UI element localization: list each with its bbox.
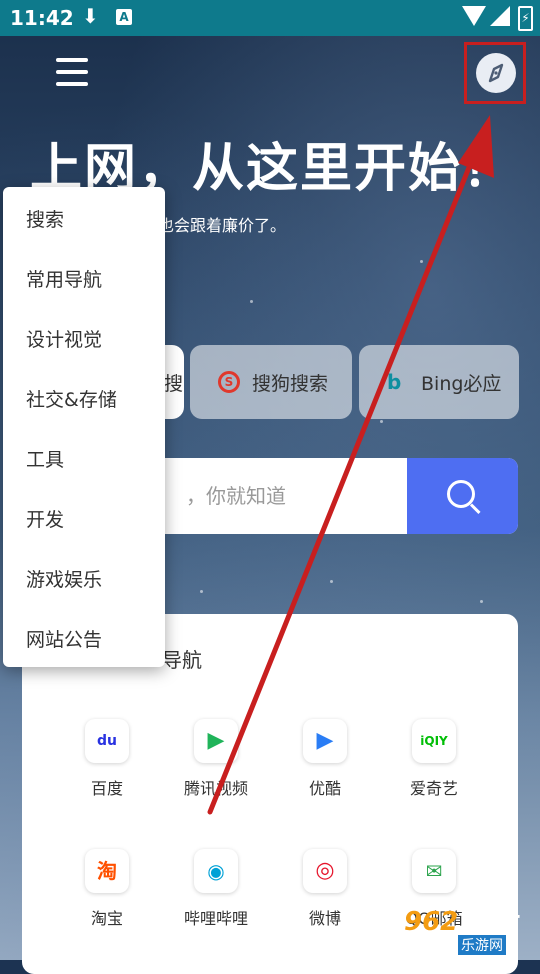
download-icon: ⬇ [82,4,99,28]
notification-icon: A [116,9,132,25]
menu-item-social-storage[interactable]: 社交&存储 [3,367,165,427]
watermark-logo: 962 .NET 乐游网 [404,907,520,955]
site-taobao[interactable]: 淘 淘宝 [57,849,157,959]
menu-item-design[interactable]: 设计视觉 [3,307,165,367]
annotation-highlight-box [464,42,526,104]
weibo-icon: ◎ [303,849,347,893]
wifi-icon [462,6,486,26]
bilibili-icon: ◉ [194,849,238,893]
status-bar: 11:42 ⬇ A ⚡ [0,0,540,36]
site-name: 百度 [90,779,123,798]
baidu-icon: du [85,719,129,763]
signal-icon [490,6,510,26]
youku-icon: ▶ [303,719,347,763]
site-bilibili[interactable]: ◉ 哔哩哔哩 [166,849,266,959]
site-name: 微博 [308,909,341,928]
site-baidu[interactable]: du 百度 [57,719,157,829]
menu-button[interactable] [54,56,90,88]
menu-item-games[interactable]: 游戏娱乐 [3,547,165,607]
site-youku[interactable]: ▶ 优酷 [275,719,375,829]
site-weibo[interactable]: ◎ 微博 [275,849,375,959]
tencent-video-icon: ▶ [194,719,238,763]
qq-mail-icon: ✉ [412,849,456,893]
menu-item-search[interactable]: 搜索 [3,187,165,247]
menu-item-dev[interactable]: 开发 [3,487,165,547]
menu-item-tools[interactable]: 工具 [3,427,165,487]
engine-chip-label: Bing必应 [421,373,502,395]
iqiyi-icon: iQIY [412,719,456,763]
menu-item-announcements[interactable]: 网站公告 [3,607,165,667]
site-name: 淘宝 [90,909,123,928]
search-button[interactable] [407,458,518,534]
category-menu: 搜索 常用导航 设计视觉 社交&存储 工具 开发 游戏娱乐 网站公告 [3,187,165,667]
nav-panel-title: 导航 [162,648,202,672]
site-name: 腾讯视频 [183,779,248,798]
status-time: 11:42 [10,6,74,30]
taobao-icon: 淘 [85,849,129,893]
site-iqiyi[interactable]: iQIY 爱奇艺 [384,719,484,829]
site-name: 爱奇艺 [409,779,458,798]
engine-chip-sogou[interactable]: S 搜狗搜索 [190,345,352,419]
battery-icon: ⚡ [518,6,533,31]
sogou-icon: S [218,371,240,393]
engine-chip-label: 搜 [164,373,184,395]
site-name: 优酷 [308,779,341,798]
site-name: 哔哩哔哩 [183,909,248,928]
site-tencent-video[interactable]: ▶ 腾讯视频 [166,719,266,829]
bing-icon: b [387,370,402,394]
hamburger-icon [56,58,88,62]
engine-chip-label: 搜狗搜索 [252,373,329,395]
menu-item-common-nav[interactable]: 常用导航 [3,247,165,307]
engine-chip-bing[interactable]: b Bing必应 [359,345,519,419]
